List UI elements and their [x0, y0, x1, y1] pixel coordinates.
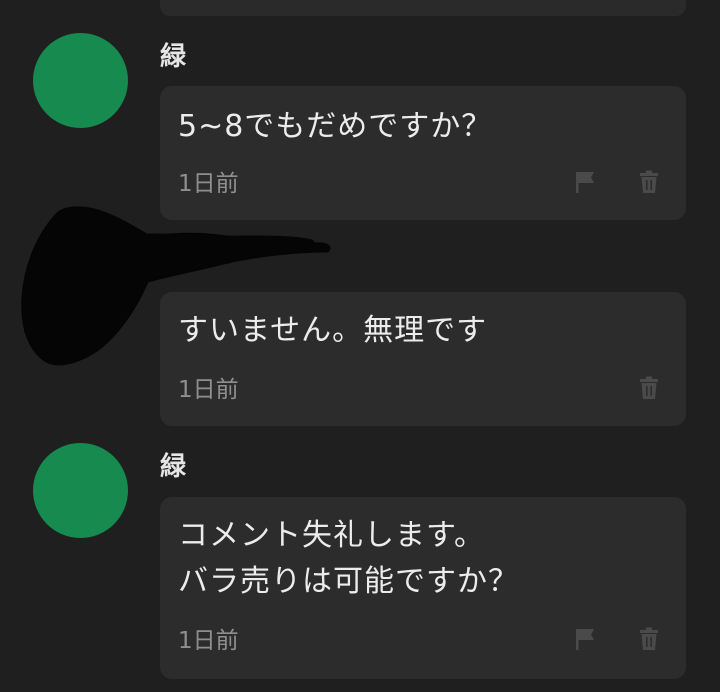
- comment-thread: 緑 5~8でもだめですか？ 1日前 すいません。無理です 1日前 緑 コメント失…: [0, 0, 720, 692]
- trash-icon[interactable]: [636, 375, 662, 401]
- comment-text: 5~8でもだめですか？: [178, 109, 493, 144]
- comment-timestamp: 1日前: [178, 377, 239, 403]
- trash-icon[interactable]: [636, 169, 662, 195]
- avatar[interactable]: [33, 33, 128, 128]
- username: 緑: [160, 452, 187, 482]
- username: 緑: [160, 42, 187, 72]
- comment-timestamp: 1日前: [178, 628, 239, 654]
- flag-icon[interactable]: [572, 626, 598, 652]
- comment-bubble: すいません。無理です 1日前: [160, 292, 686, 426]
- comment-timestamp: 1日前: [178, 171, 239, 197]
- avatar[interactable]: [33, 443, 128, 538]
- comment-text: コメント失礼します。 バラ売りは可能ですか？: [178, 518, 519, 599]
- trash-icon[interactable]: [636, 626, 662, 652]
- comment-bubble: 5~8でもだめですか？ 1日前: [160, 86, 686, 220]
- comment-bubble: コメント失礼します。 バラ売りは可能ですか？ 1日前: [160, 497, 686, 679]
- previous-comment-bubble: [160, 0, 686, 16]
- comment-text: すいません。無理です: [178, 313, 488, 348]
- flag-icon[interactable]: [572, 169, 598, 195]
